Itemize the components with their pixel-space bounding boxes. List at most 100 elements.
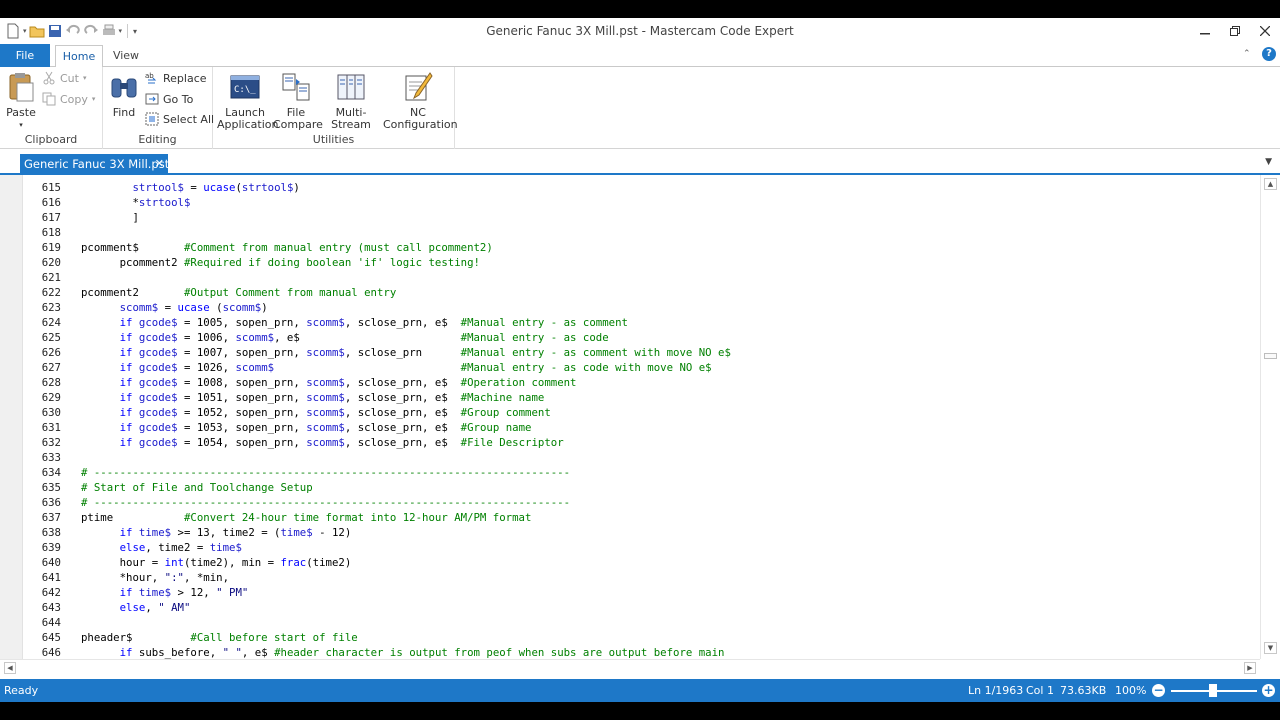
code-line[interactable]: 638 if time$ >= 13, time2 = (time$ - 12) (0, 525, 1260, 540)
code-line[interactable]: 644 (0, 615, 1260, 630)
copy-icon (42, 92, 56, 106)
line-number: 617 (41, 211, 61, 224)
code-line[interactable]: 615 strtool$ = ucase(strtool$) (0, 180, 1260, 195)
replace-button[interactable]: ab Replace (145, 69, 207, 87)
code-line[interactable]: 625 if gcode$ = 1006, scomm$, e$ #Manual… (0, 330, 1260, 345)
help-icon[interactable]: ? (1262, 47, 1276, 61)
status-column: Col 1 (1026, 684, 1054, 697)
document-tab[interactable]: Generic Fanuc 3X Mill.pst ✕ (20, 154, 169, 174)
code-text: scomm$ = ucase (scomm$) (119, 301, 268, 314)
zoom-out-icon[interactable]: − (1152, 684, 1165, 697)
multi-stream-button[interactable]: Multi-Stream (319, 71, 383, 131)
code-line[interactable]: 624 if gcode$ = 1005, sopen_prn, scomm$,… (0, 315, 1260, 330)
scroll-right-icon[interactable]: ▶ (1244, 662, 1256, 674)
line-number: 645 (41, 631, 61, 644)
code-line[interactable]: 616 *strtool$ (0, 195, 1260, 210)
goto-button[interactable]: Go To (145, 90, 193, 108)
scroll-down-icon[interactable]: ▼ (1264, 642, 1277, 654)
code-line[interactable]: 633 (0, 450, 1260, 465)
cut-button[interactable]: Cut ▾ (42, 69, 86, 87)
launch-application-button[interactable]: C:\_ Launch Application (217, 71, 279, 131)
code-line[interactable]: 626 if gcode$ = 1007, sopen_prn, scomm$,… (0, 345, 1260, 360)
replace-label: Replace (163, 71, 207, 85)
tab-home[interactable]: Home (55, 45, 103, 68)
code-line[interactable]: 641 *hour, ":", *min, (0, 570, 1260, 585)
code-line[interactable]: 620 pcomment2 #Required if doing boolean… (0, 255, 1260, 270)
zoom-slider-thumb[interactable] (1209, 684, 1217, 697)
line-number: 625 (41, 331, 61, 344)
vertical-scroll-thumb[interactable] (1264, 353, 1277, 359)
tab-view[interactable]: View (108, 45, 144, 67)
code-text: if gcode$ = 1026, scomm$ #Manual entry -… (119, 361, 712, 374)
line-number: 626 (41, 346, 61, 359)
status-file-size: 73.63KB (1060, 684, 1107, 697)
code-line[interactable]: 627 if gcode$ = 1026, scomm$ #Manual ent… (0, 360, 1260, 375)
multi-stream-icon (335, 71, 367, 103)
code-line[interactable]: 623 scomm$ = ucase (scomm$) (0, 300, 1260, 315)
editing-group: Find ab Replace Go To Select All Editing (103, 67, 214, 149)
command-prompt-icon: C:\_ (229, 71, 261, 103)
horizontal-scrollbar[interactable]: ◀ ▶ (0, 659, 1260, 675)
window-title: Generic Fanuc 3X Mill.pst - Mastercam Co… (486, 24, 794, 38)
code-line[interactable]: 618 (0, 225, 1260, 240)
nc-configuration-button[interactable]: NC Configuration (383, 71, 458, 131)
svg-text:ab: ab (145, 72, 154, 80)
code-line[interactable]: 645 pheader$ #Call before start of file (0, 630, 1260, 645)
code-text: pcomment2 #Output Comment from manual en… (81, 286, 397, 299)
nc-configuration-icon (402, 71, 434, 103)
code-line[interactable]: 631 if gcode$ = 1053, sopen_prn, scomm$,… (0, 420, 1260, 435)
zoom-in-icon[interactable]: + (1262, 684, 1275, 697)
code-line[interactable]: 636 # -----------------------------------… (0, 495, 1260, 510)
code-editor[interactable]: 615 strtool$ = ucase(strtool$) 616 *strto… (0, 175, 1260, 659)
close-tab-icon[interactable]: ✕ (155, 154, 164, 174)
vertical-scrollbar[interactable]: ▲ ▼ (1260, 175, 1280, 659)
goto-icon (145, 92, 159, 106)
scroll-left-icon[interactable]: ◀ (4, 662, 16, 674)
find-button[interactable]: Find (107, 71, 141, 119)
line-number: 629 (41, 391, 61, 404)
code-line[interactable]: 630 if gcode$ = 1052, sopen_prn, scomm$,… (0, 405, 1260, 420)
status-bar: Ready Ln 1/1963 Col 1 73.63KB 100% − + (0, 679, 1280, 702)
code-line[interactable]: 622 pcomment2 #Output Comment from manual… (0, 285, 1260, 300)
code-line[interactable]: 619 pcomment$ #Comment from manual entry … (0, 240, 1260, 255)
select-all-button[interactable]: Select All (145, 110, 214, 128)
code-text: else, time2 = time$ (119, 541, 242, 554)
code-line[interactable]: 634 # -----------------------------------… (0, 465, 1260, 480)
line-number: 624 (41, 316, 61, 329)
restore-button[interactable] (1220, 21, 1250, 41)
line-number: 632 (41, 436, 61, 449)
collapse-ribbon-icon[interactable]: ⌃ (1243, 49, 1251, 59)
code-text: *strtool$ (81, 196, 191, 209)
line-number: 636 (41, 496, 61, 509)
editing-group-label: Editing (138, 133, 177, 146)
code-line[interactable]: 643 else, " AM" (0, 600, 1260, 615)
code-line[interactable]: 628 if gcode$ = 1008, sopen_prn, scomm$,… (0, 375, 1260, 390)
launch-label-2: Application (217, 118, 279, 131)
tab-file[interactable]: File (0, 44, 50, 67)
minimize-button[interactable] (1190, 21, 1220, 41)
code-line[interactable]: 646 if subs_before, " ", e$ #header char… (0, 645, 1260, 659)
cut-label: Cut (60, 71, 79, 85)
code-line[interactable]: 640 hour = int(time2), min = frac(time2) (0, 555, 1260, 570)
file-compare-button[interactable]: File Compare (273, 71, 323, 131)
code-line[interactable]: 635 # Start of File and Toolchange Setup (0, 480, 1260, 495)
file-compare-icon (280, 71, 312, 103)
code-line[interactable]: 621 (0, 270, 1260, 285)
scroll-up-icon[interactable]: ▲ (1264, 178, 1277, 190)
code-line[interactable]: 637 ptime #Convert 24-hour time format in… (0, 510, 1260, 525)
code-line[interactable]: 617 ] (0, 210, 1260, 225)
tab-list-dropdown-icon[interactable]: ▼ (1265, 157, 1272, 167)
line-number: 631 (41, 421, 61, 434)
status-line: Ln 1/1963 (968, 684, 1024, 697)
ribbon-tab-bar: File Home View ⌃ ? (0, 44, 1280, 68)
code-line[interactable]: 632 if gcode$ = 1054, sopen_prn, scomm$,… (0, 435, 1260, 450)
paste-button[interactable]: Paste ▾ (4, 71, 38, 131)
code-line[interactable]: 639 else, time2 = time$ (0, 540, 1260, 555)
file-compare-label-2: Compare (273, 118, 323, 131)
code-line[interactable]: 629 if gcode$ = 1051, sopen_prn, scomm$,… (0, 390, 1260, 405)
copy-button[interactable]: Copy ▾ (42, 90, 95, 108)
code-line[interactable]: 642 if time$ > 12, " PM" (0, 585, 1260, 600)
close-window-button[interactable] (1250, 21, 1280, 41)
code-text: if gcode$ = 1007, sopen_prn, scomm$, scl… (119, 346, 731, 359)
find-label: Find (112, 106, 136, 119)
